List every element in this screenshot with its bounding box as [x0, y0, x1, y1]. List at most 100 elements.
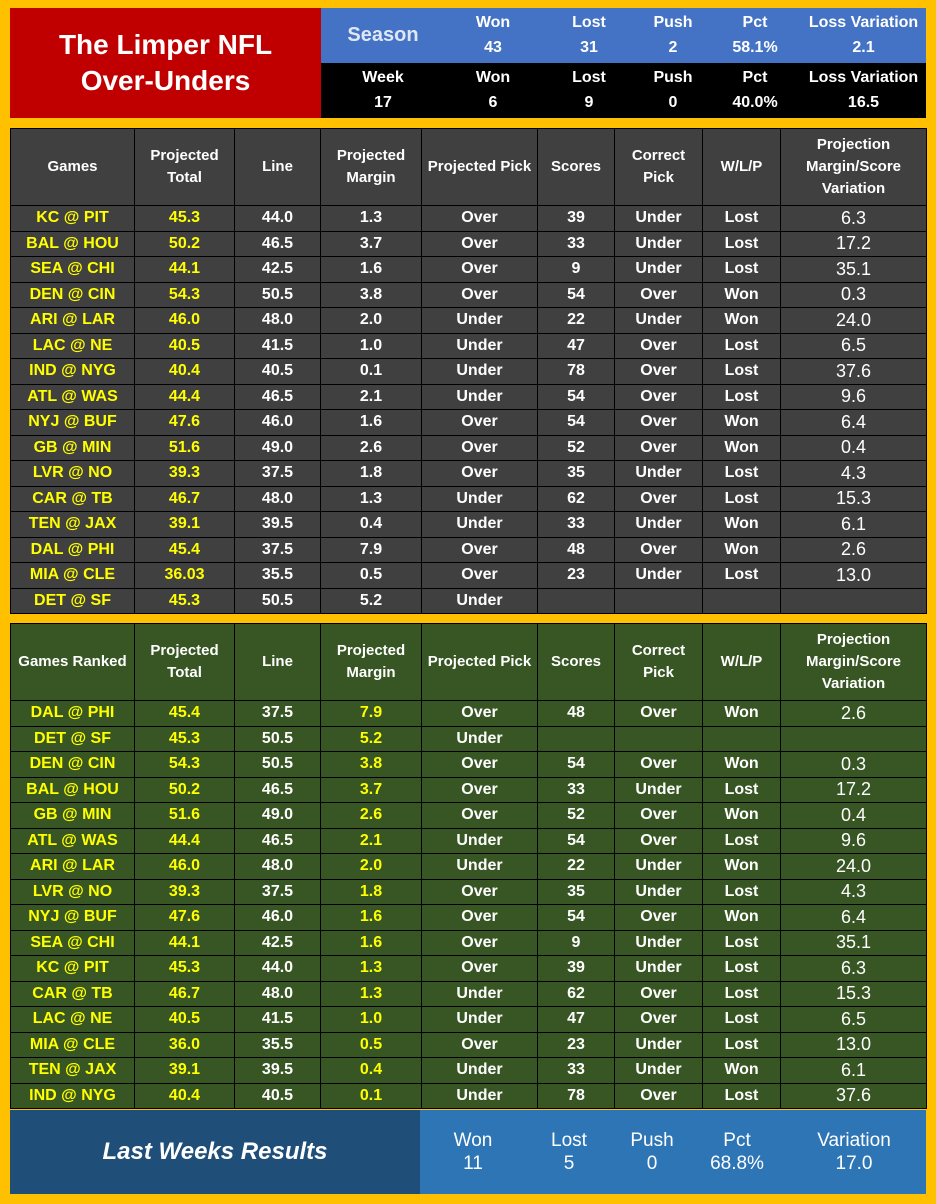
- table-row: MIA @ CLE 36.03 35.5 0.5 Over 23 Under Lost 13.0: [10, 562, 927, 589]
- cell-scores: 47: [537, 332, 615, 359]
- cell-projected-margin: 1.6: [320, 409, 422, 436]
- cell-games: DET @ SF: [10, 587, 135, 614]
- week-lost-value: 9: [584, 94, 594, 112]
- games-table-body: KC @ PIT 45.3 44.0 1.3 Over 39 Under Lost 6.3 BAL…: [10, 205, 927, 614]
- cell-correct-pick: Over: [614, 904, 703, 931]
- cell-projected-pick: Under: [421, 307, 538, 334]
- table-row: BAL @ HOU 50.2 46.5 3.7 Over 33 Under Lost 17.2: [10, 230, 927, 257]
- cell-line: 50.5: [234, 751, 321, 778]
- cell-projected-total: 50.2: [134, 776, 235, 803]
- cell-games: ARI @ LAR: [10, 853, 135, 880]
- cell-variation: 24.0: [780, 307, 927, 334]
- cell-line: 42.5: [234, 256, 321, 283]
- cell-projected-margin: 1.0: [320, 332, 422, 359]
- footer-variation-header: Variation: [817, 1130, 891, 1151]
- cell-wlp: Won: [702, 751, 781, 778]
- col-header-projected-margin: Projected Margin: [320, 623, 422, 701]
- cell-projected-pick: Over: [421, 904, 538, 931]
- cell-projected-margin: 7.9: [320, 700, 422, 727]
- cell-projected-margin: 0.1: [320, 1082, 422, 1109]
- cell-projected-total: 45.3: [134, 205, 235, 232]
- cell-correct-pick: Over: [614, 802, 703, 829]
- cell-variation: 9.6: [780, 827, 927, 854]
- col-header-line: Line: [234, 128, 321, 206]
- cell-variation: 24.0: [780, 853, 927, 880]
- footer-pct-value: 68.8%: [710, 1153, 764, 1174]
- cell-games: TEN @ JAX: [10, 1057, 135, 1084]
- cell-projected-margin: 3.8: [320, 281, 422, 308]
- week-won-value: 6: [488, 94, 498, 112]
- cell-variation: 2.6: [780, 536, 927, 563]
- col-header-correct-pick: Correct Pick: [614, 128, 703, 206]
- col-header-scores: Scores: [537, 128, 615, 206]
- table-row: GB @ MIN 51.6 49.0 2.6 Over 52 Over Won 0.4: [10, 434, 927, 461]
- cell-wlp: Lost: [702, 878, 781, 905]
- footer-lost-value: 5: [563, 1153, 575, 1174]
- week-push: Push 0: [637, 63, 709, 118]
- cell-projected-total: 39.3: [134, 878, 235, 905]
- cell-wlp: Lost: [702, 460, 781, 487]
- cell-wlp: Won: [702, 511, 781, 538]
- cell-projected-margin: 2.1: [320, 383, 422, 410]
- cell-scores: 78: [537, 358, 615, 385]
- cell-scores: 33: [537, 1057, 615, 1084]
- cell-variation: 0.4: [780, 434, 927, 461]
- cell-correct-pick: Under: [614, 562, 703, 589]
- table-row: GB @ MIN 51.6 49.0 2.6 Over 52 Over Won 0.4: [10, 802, 927, 829]
- cell-projected-pick: Under: [421, 358, 538, 385]
- season-won: Won 43: [445, 8, 541, 63]
- title-line-2: Over-Unders: [80, 65, 251, 96]
- season-loss-variation-header: Loss Variation: [808, 13, 919, 31]
- week-pct-header: Pct: [742, 68, 768, 86]
- cell-projected-margin: 0.5: [320, 562, 422, 589]
- cell-scores: 22: [537, 853, 615, 880]
- cell-projected-margin: 5.2: [320, 725, 422, 752]
- cell-projected-total: 39.3: [134, 460, 235, 487]
- cell-projected-margin: 0.4: [320, 1057, 422, 1084]
- cell-line: 49.0: [234, 802, 321, 829]
- cell-wlp: Lost: [702, 827, 781, 854]
- cell-projected-pick: Under: [421, 725, 538, 752]
- cell-line: 44.0: [234, 205, 321, 232]
- table-row: CAR @ TB 46.7 48.0 1.3 Under 62 Over Lost 15.3: [10, 980, 927, 1007]
- cell-projected-margin: 1.3: [320, 485, 422, 512]
- cell-games: KC @ PIT: [10, 205, 135, 232]
- cell-projected-total: 44.1: [134, 256, 235, 283]
- cell-line: 44.0: [234, 955, 321, 982]
- footer-pct-header: Pct: [723, 1130, 751, 1151]
- cell-line: 41.5: [234, 1006, 321, 1033]
- season-lost: Lost 31: [541, 8, 637, 63]
- col-header-scores: Scores: [537, 623, 615, 701]
- season-stats-row: Season Won 43 Lost 31 Push 2 Pct 58.1% L…: [321, 8, 926, 63]
- cell-wlp: Won: [702, 904, 781, 931]
- col-header-projected-pick: Projected Pick: [421, 623, 538, 701]
- cell-correct-pick: Over: [614, 751, 703, 778]
- col-header-projected-pick: Projected Pick: [421, 128, 538, 206]
- cell-scores: 54: [537, 383, 615, 410]
- table-row: LAC @ NE 40.5 41.5 1.0 Under 47 Over Lost 6.5: [10, 1006, 927, 1033]
- cell-correct-pick: Over: [614, 827, 703, 854]
- cell-variation: 9.6: [780, 383, 927, 410]
- cell-correct-pick: Over: [614, 332, 703, 359]
- cell-wlp: Lost: [702, 383, 781, 410]
- cell-correct-pick: Over: [614, 281, 703, 308]
- cell-projected-total: 45.3: [134, 725, 235, 752]
- col-header-projected-total: Projected Total: [134, 128, 235, 206]
- cell-projected-total: 44.1: [134, 929, 235, 956]
- cell-games: TEN @ JAX: [10, 511, 135, 538]
- cell-wlp: Lost: [702, 205, 781, 232]
- cell-scores: 54: [537, 827, 615, 854]
- table-row: ATL @ WAS 44.4 46.5 2.1 Under 54 Over Lost 9.6: [10, 383, 927, 410]
- cell-wlp: Lost: [702, 485, 781, 512]
- cell-games: SEA @ CHI: [10, 929, 135, 956]
- table-row: DEN @ CIN 54.3 50.5 3.8 Over 54 Over Won 0.3: [10, 281, 927, 308]
- cell-games: SEA @ CHI: [10, 256, 135, 283]
- table-row: CAR @ TB 46.7 48.0 1.3 Under 62 Over Lost 15.3: [10, 485, 927, 512]
- cell-line: 41.5: [234, 332, 321, 359]
- season-lost-header: Lost: [572, 13, 606, 31]
- cell-wlp: Lost: [702, 929, 781, 956]
- col-header-games: Games: [10, 128, 135, 206]
- cell-projected-pick: Over: [421, 434, 538, 461]
- ranked-games-table: Games Ranked Projected Total Line Projected…: [10, 623, 927, 1109]
- cell-scores: 39: [537, 205, 615, 232]
